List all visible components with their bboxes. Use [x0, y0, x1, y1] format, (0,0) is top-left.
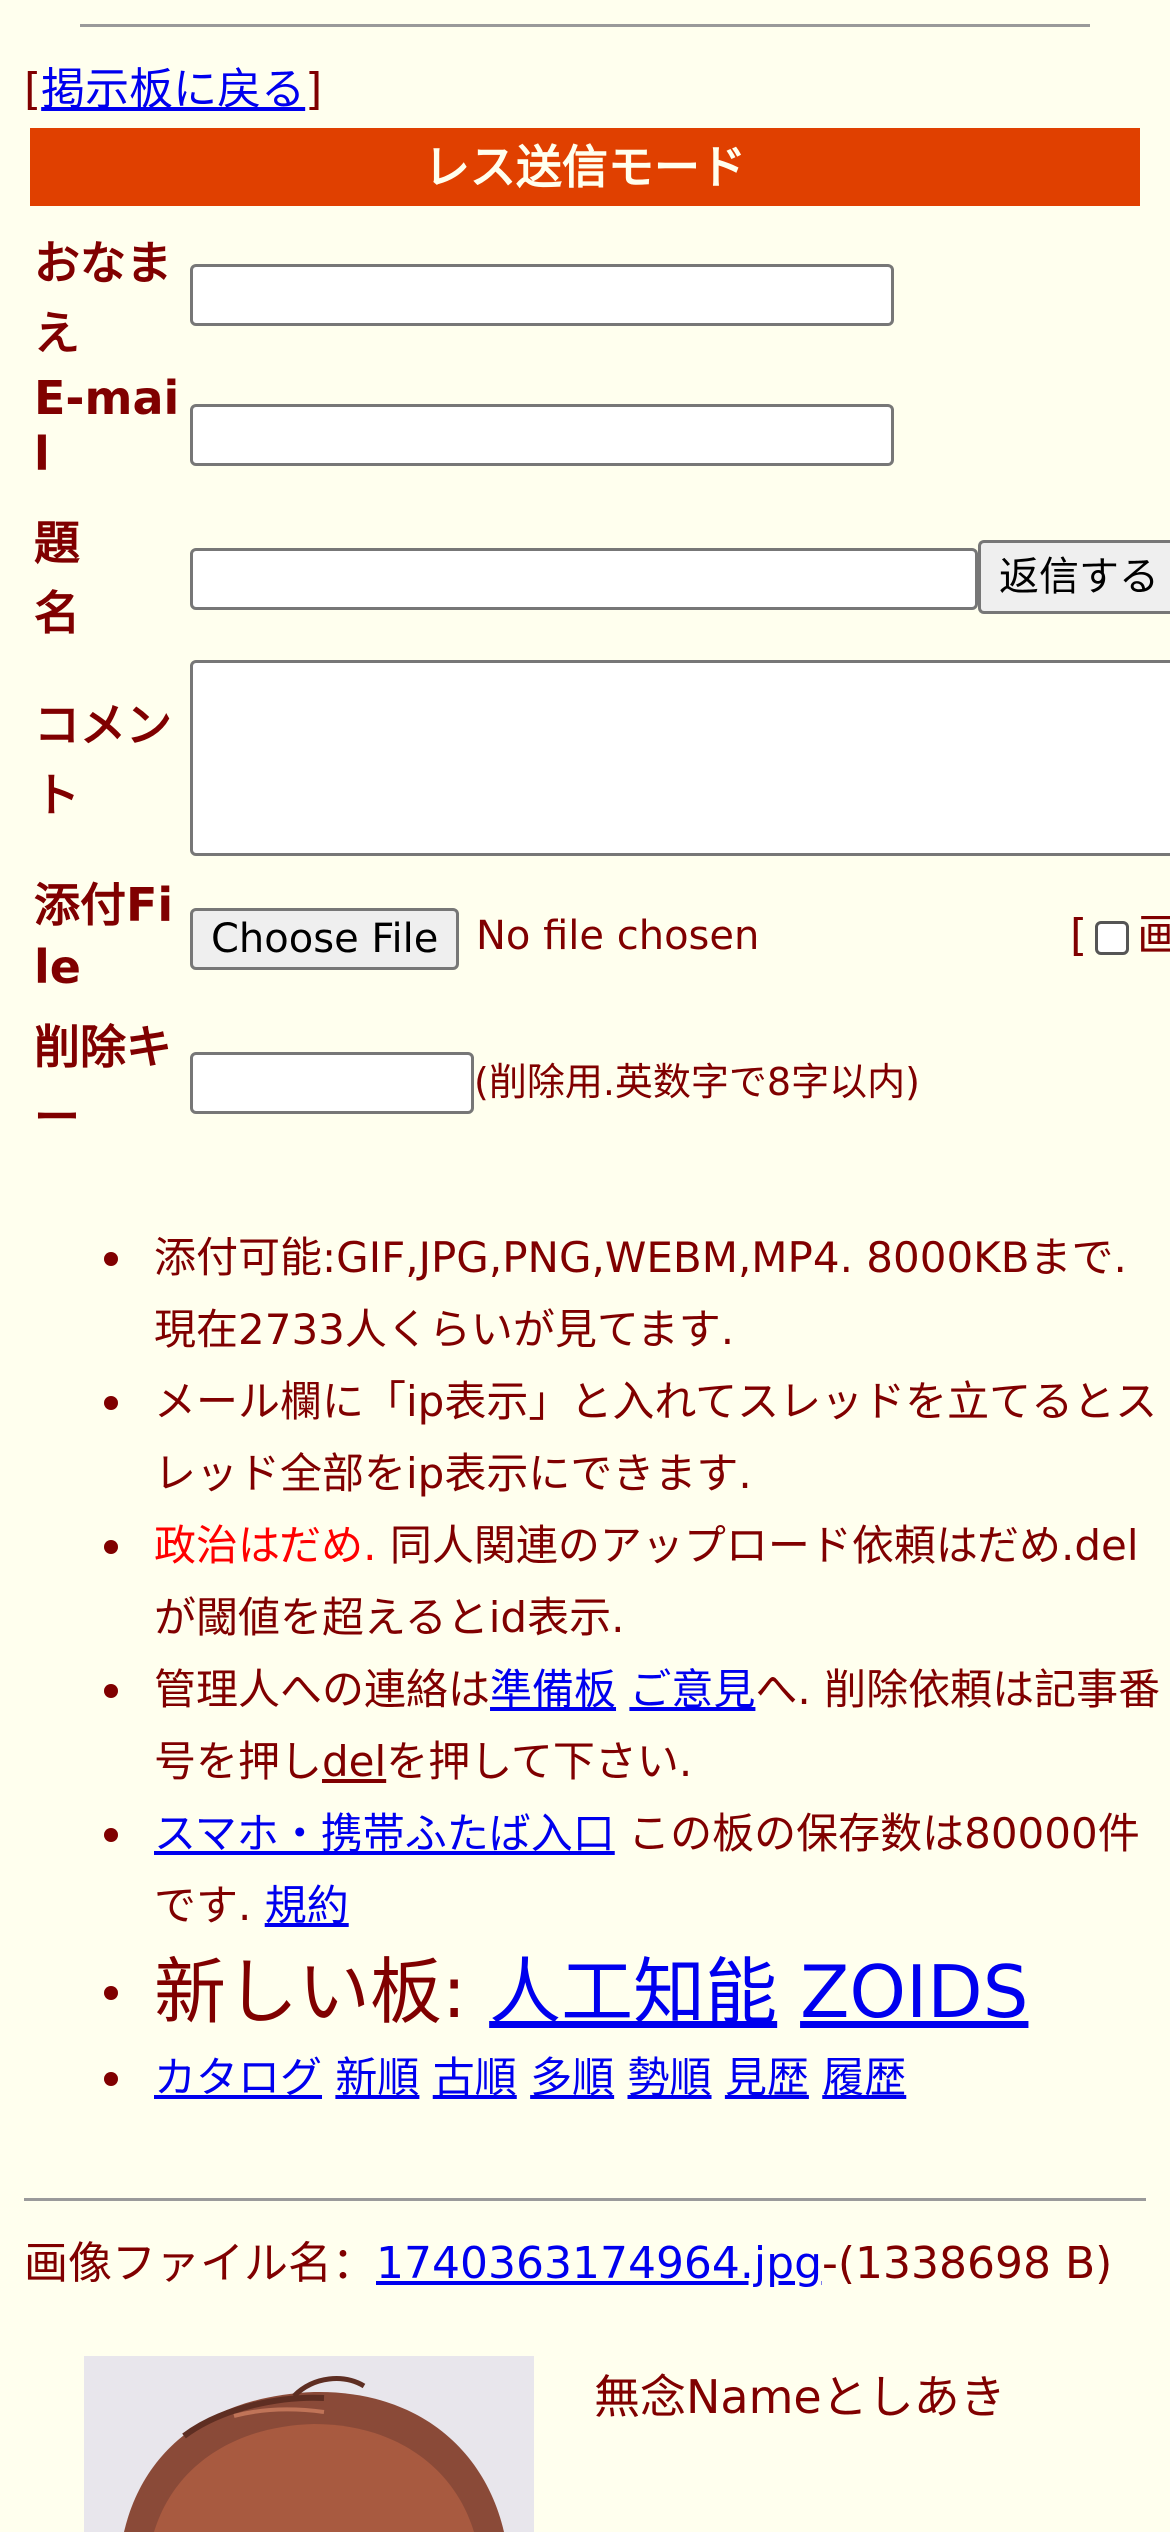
image-file-info: 画像ファイル名：1740363174964.jpg-(1338698 B) — [24, 2234, 1154, 2294]
sort-newest-link[interactable]: 新順 — [335, 2053, 419, 2102]
rule-mobile: スマホ・携帯ふたば入口 この板の保存数は80000件です. 規約 — [104, 1798, 1170, 1942]
catalog-link[interactable]: カタログ — [154, 2053, 322, 2102]
delete-key-label: 削除キー — [34, 1020, 172, 1144]
rule-politics-warning: 政治はだめ. — [154, 1521, 377, 1570]
new-boards: 新しい板: 人工知能 ZOIDS — [104, 1942, 1170, 2042]
rule-ip-display-text: メール欄に「ip表示」と入れてスレッドを立てるとスレッド全部をip表示にできます… — [154, 1377, 1158, 1498]
back-nav: [掲示板に戻る] — [24, 62, 322, 118]
back-bracket-close: ] — [305, 64, 323, 115]
ai-board-link[interactable]: 人工知能 — [489, 1950, 777, 2034]
comment-label: コメント — [34, 698, 172, 822]
sort-momentum-link[interactable]: 勢順 — [628, 2053, 712, 2102]
rule-politics: 政治はだめ. 同人関連のアップロード依頼はだめ.delが閾値を超えるとid表示. — [104, 1510, 1170, 1654]
zoids-board-link[interactable]: ZOIDS — [800, 1950, 1028, 2034]
back-to-board-link[interactable]: 掲示板に戻る — [41, 64, 305, 115]
name-label: おなまえ — [34, 236, 172, 360]
rule-ip-display: メール欄に「ip表示」と入れてスレッドを立てるとスレッド全部をip表示にできます… — [104, 1366, 1170, 1510]
choose-file-button[interactable]: Choose File — [190, 908, 460, 970]
sort-most-link[interactable]: 多順 — [530, 2053, 614, 2102]
reply-mode-header: レス送信モード — [30, 128, 1140, 206]
thumbnail-illustration — [84, 2356, 534, 2532]
terms-link[interactable]: 規約 — [265, 1881, 349, 1930]
reply-submit-button[interactable]: 返信する — [978, 540, 1170, 614]
sort-oldest-link[interactable]: 古順 — [433, 2053, 517, 2102]
image-only-option: [画 — [1070, 906, 1170, 966]
subject-label: 題名 — [34, 516, 80, 640]
rule-contact-post: を押して下さい. — [386, 1737, 693, 1786]
comment-textarea[interactable] — [190, 660, 1170, 856]
delete-key-note: (削除用.英数字で8字以内) — [474, 1060, 920, 1104]
mobile-entrance-link[interactable]: スマホ・携帯ふたば入口 — [154, 1809, 615, 1858]
sort-links: カタログ 新順 古順 多順 勢順 見歴 履歴 — [104, 2042, 1170, 2114]
del-word: del — [322, 1737, 387, 1786]
post-history-link[interactable]: 履歴 — [822, 2053, 906, 2102]
file-prefix: 画像ファイル名： — [24, 2238, 376, 2289]
prep-board-link[interactable]: 準備板 — [490, 1665, 616, 1714]
bottom-divider — [24, 2198, 1146, 2201]
email-input[interactable] — [190, 404, 894, 466]
poster-name: 無念Nameとしあき — [594, 2370, 1006, 2424]
post-thumbnail-image[interactable] — [84, 2356, 534, 2532]
name-input[interactable] — [190, 264, 894, 326]
no-file-chosen-text: No file chosen — [476, 913, 760, 959]
board-rules-list: 添付可能:GIF,JPG,PNG,WEBM,MP4. 8000KBまで. 現在2… — [0, 1222, 1170, 2114]
rule-contact: 管理人への連絡は準備板 ご意見へ. 削除依頼は記事番号を押しdelを押して下さい… — [104, 1654, 1170, 1798]
rule-attachments: 添付可能:GIF,JPG,PNG,WEBM,MP4. 8000KBまで. 現在2… — [104, 1222, 1170, 1366]
image-option-bracket: [ — [1070, 910, 1088, 961]
feedback-link[interactable]: ご意見 — [629, 1665, 755, 1714]
email-label: E-mail — [34, 371, 180, 481]
back-bracket-open: [ — [24, 64, 42, 115]
file-label: 添付File — [34, 878, 174, 994]
image-file-link[interactable]: 1740363174964.jpg — [376, 2238, 822, 2289]
subject-input[interactable] — [190, 548, 978, 610]
delete-key-input[interactable] — [190, 1052, 474, 1114]
image-option-label: 画 — [1137, 910, 1170, 961]
top-divider — [80, 24, 1090, 27]
rule-contact-pre: 管理人への連絡は — [154, 1665, 491, 1714]
new-boards-label: 新しい板: — [154, 1950, 490, 2034]
viewed-history-link[interactable]: 見歴 — [725, 2053, 809, 2102]
rule-attachments-text: 添付可能:GIF,JPG,PNG,WEBM,MP4. 8000KBまで. 現在2… — [154, 1233, 1127, 1354]
image-only-checkbox[interactable] — [1095, 921, 1130, 955]
file-size: -(1338698 B) — [822, 2238, 1113, 2289]
